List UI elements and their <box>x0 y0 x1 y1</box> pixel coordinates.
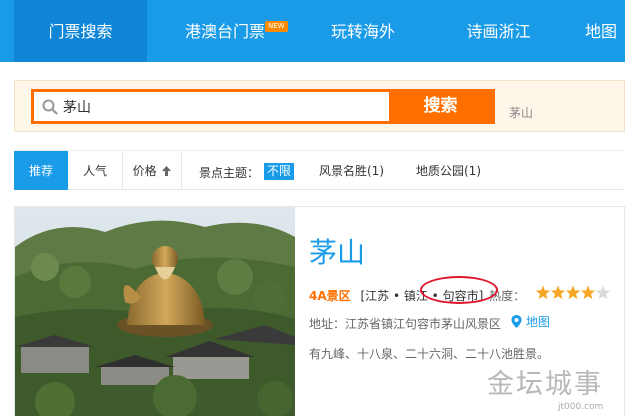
attraction-title[interactable]: 茅山 <box>309 231 365 271</box>
search-panel: 搜索 茅山 <box>14 80 625 132</box>
attraction-description: 有九峰、十八泉、二十六洞、二十八池胜景。 <box>309 347 550 361</box>
watermark-url: jt000.com <box>558 402 604 412</box>
map-link-label: 地图 <box>525 315 550 329</box>
search-box: 搜索 <box>31 89 495 124</box>
search-suggestion[interactable]: 茅山 <box>509 104 533 121</box>
location-pin-icon <box>511 315 522 328</box>
star-filled-icon <box>550 285 566 300</box>
star-filled-icon <box>535 285 551 300</box>
star-empty-icon <box>595 285 611 300</box>
theme-geopark[interactable]: 地质公园(1) <box>413 163 484 180</box>
top-nav: 门票搜索 港澳台门票 NEW 玩转海外 诗画浙江 地图 <box>0 0 625 62</box>
theme-all[interactable]: 不限 <box>264 163 295 180</box>
sort-recommended[interactable]: 推荐 <box>14 151 68 190</box>
theme-scenic[interactable]: 风景名胜(1) <box>316 163 387 180</box>
grade-badge: 4A景区 <box>309 289 351 303</box>
tab-ticket-search[interactable]: 门票搜索 <box>14 0 147 62</box>
sort-price-label: 价格 <box>132 164 157 178</box>
rating-stars <box>535 285 611 300</box>
tab-zhejiang[interactable]: 诗画浙江 <box>451 0 546 62</box>
filter-bar: 推荐 人气 价格 景点主题： 不限 风景名胜(1) 地质公园(1) <box>14 150 625 190</box>
arrow-up-icon <box>162 166 172 176</box>
address-text: 地址：江苏省镇江句容市茅山风景区 <box>309 317 502 331</box>
page: 门票搜索 港澳台门票 NEW 玩转海外 诗画浙江 地图 搜索 茅山 推荐 人气 … <box>0 0 625 416</box>
star-filled-icon <box>565 285 581 300</box>
tab-map[interactable]: 地图 <box>585 0 625 62</box>
annotation-circle <box>420 276 498 304</box>
theme-label: 景点主题： <box>199 166 260 180</box>
sort-popularity[interactable]: 人气 <box>68 151 123 190</box>
new-badge: NEW <box>265 21 288 32</box>
star-filled-icon <box>580 285 596 300</box>
tab-overseas[interactable]: 玩转海外 <box>318 0 408 62</box>
map-link[interactable]: 地图 <box>511 313 550 330</box>
search-icon <box>42 99 58 115</box>
watermark-text: 金坛城事 <box>487 369 603 400</box>
search-button[interactable]: 搜索 <box>389 92 492 121</box>
search-input[interactable] <box>63 92 373 121</box>
tab-hk-macau-taiwan[interactable]: 港澳台门票 <box>170 0 280 62</box>
sort-price[interactable]: 价格 <box>123 151 182 190</box>
scenic-photo[interactable] <box>15 207 295 416</box>
